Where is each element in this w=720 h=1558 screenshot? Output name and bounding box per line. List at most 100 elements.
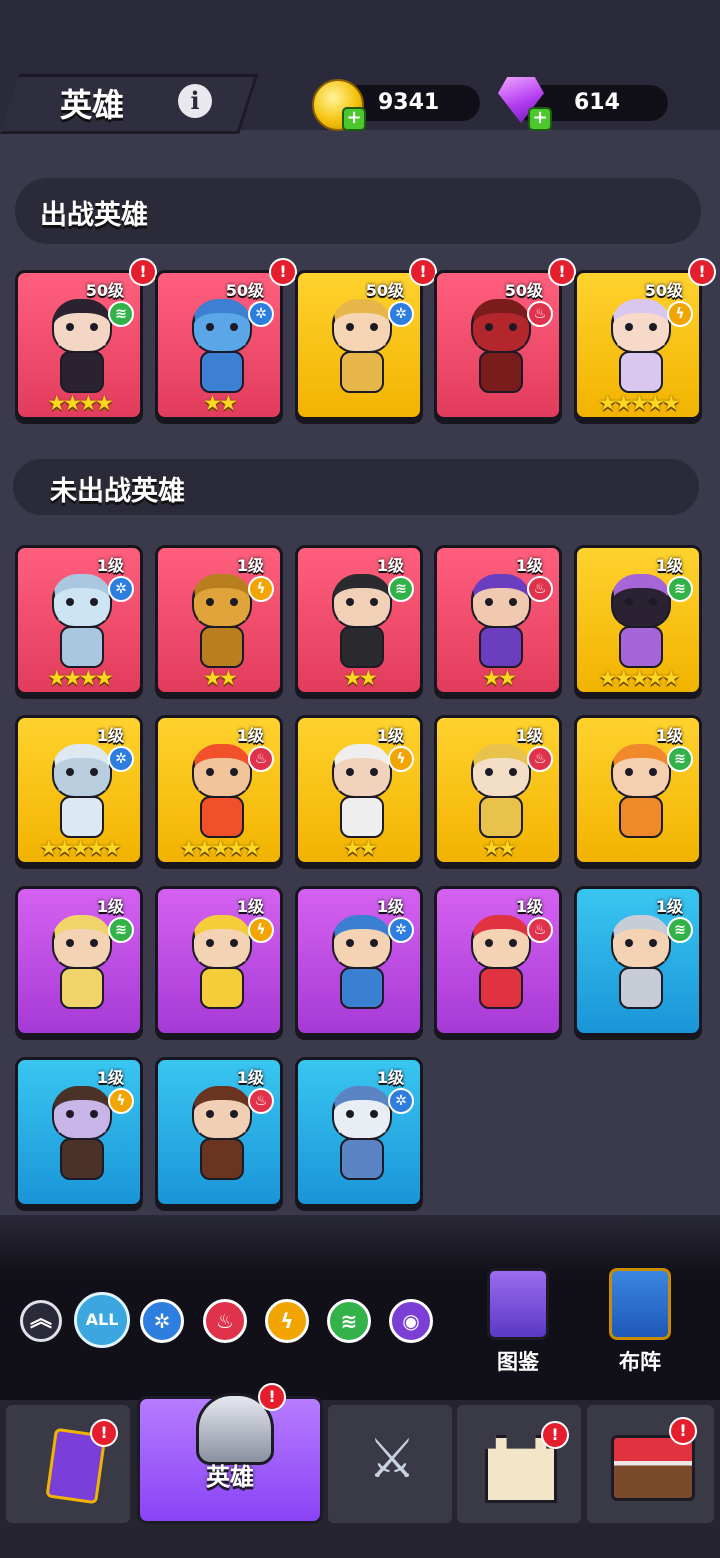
hero-card[interactable]: 1级 ✲ ★★★★★ [15,715,143,865]
filter-ice-icon[interactable]: ✲ [140,1299,184,1343]
deployed-section-title: 出战英雄 [40,200,148,231]
gem-display[interactable]: + 614 [498,77,668,131]
hero-level: 1级 [376,556,404,575]
hero-card[interactable]: 1级 ♨ [155,1057,283,1207]
hero-card[interactable]: 1级 ≋ [15,886,143,1036]
nav-shop[interactable]: ! [587,1405,714,1523]
filter-eye-icon[interactable]: ◉ [389,1299,433,1343]
hero-card[interactable]: 1级 ♨ ★★ [434,545,562,695]
hero-stars: ★★★★★ [598,391,680,415]
wind-element-icon: ≋ [667,917,693,943]
nav-battle[interactable]: ⚔ [328,1405,452,1523]
hero-stars: ★★ [203,391,238,415]
hero-level: 1级 [655,556,683,575]
hero-card[interactable]: 1级 ϟ ★★ [155,545,283,695]
ice-element-icon: ✲ [388,1088,414,1114]
hero-stars: ★★ [203,666,238,690]
nav-cards[interactable]: ! [6,1405,130,1523]
fire-element-icon: ♨ [527,301,553,327]
bolt-element-icon: ϟ [667,301,693,327]
add-gold-icon[interactable]: + [342,107,366,131]
hero-card[interactable]: 1级 ✲ [295,1057,423,1207]
hero-card[interactable]: 1级 ♨ ★★ [434,715,562,865]
hero-card[interactable]: 1级 ≋ [574,715,702,865]
hero-stars: ★★★★★ [179,836,261,860]
hero-card[interactable]: 1级 ✲ ★★★★ [15,545,143,695]
formation-label: 布阵 [619,1350,661,1374]
hero-stars: ★★ [343,836,378,860]
wind-element-icon: ≋ [108,301,134,327]
nav-heroes-label: 英雄 [206,1463,254,1491]
nav-castle[interactable]: ! [457,1405,581,1523]
hero-stars: ★★ [482,666,517,690]
info-icon[interactable]: i [178,84,212,118]
page-title: 英雄 [60,86,125,124]
hero-card[interactable]: 50级 ϟ ★★★★★ [574,270,702,420]
undeployed-section-title: 未出战英雄 [50,476,185,507]
hero-level: 1级 [96,726,124,745]
hero-stars: ★★★★★ [39,836,121,860]
hero-card[interactable]: 1级 ♨ [434,886,562,1036]
fire-element-icon: ♨ [527,746,553,772]
hero-upgrade-alert: ! [269,258,297,286]
bolt-element-icon: ϟ [248,917,274,943]
wind-element-icon: ≋ [108,917,134,943]
fire-element-icon: ♨ [527,917,553,943]
hero-level: 1级 [515,726,543,745]
nav-heroes-alert: ! [258,1383,286,1411]
hero-card[interactable]: 1级 ♨ ★★★★★ [155,715,283,865]
hero-stars: ★★ [343,666,378,690]
formation-button[interactable]: 布阵 [600,1268,680,1376]
ice-element-icon: ✲ [108,746,134,772]
ice-element-icon: ✲ [108,576,134,602]
filter-fire-icon[interactable]: ♨ [203,1299,247,1343]
bolt-element-icon: ϟ [248,576,274,602]
hero-card[interactable]: 50级 ♨ [434,270,562,420]
hero-upgrade-alert: ! [688,258,716,286]
hero-card[interactable]: 50级 ✲ ★★ [155,270,283,420]
hero-level: 1级 [96,897,124,916]
crossed-swords-icon: ⚔ [367,1427,417,1490]
fire-element-icon: ♨ [248,746,274,772]
add-gem-icon[interactable]: + [528,107,552,131]
hero-card[interactable]: 1级 ≋ ★★ [295,545,423,695]
hero-level: 1级 [376,1068,404,1087]
hero-level: 1级 [236,726,264,745]
nav-heroes[interactable]: 英雄 ! [137,1383,323,1524]
hero-level: 1级 [515,897,543,916]
nav-cards-alert: ! [90,1419,118,1447]
codex-label: 图鉴 [497,1350,539,1374]
wind-element-icon: ≋ [667,576,693,602]
hero-level: 1级 [655,897,683,916]
filter-all-button[interactable]: ALL [74,1292,130,1348]
hero-upgrade-alert: ! [548,258,576,286]
hero-card[interactable]: 1级 ✲ [295,886,423,1036]
nav-shop-alert: ! [669,1417,697,1445]
hero-card[interactable]: 50级 ≋ ★★★★ [15,270,143,420]
wind-element-icon: ≋ [388,576,414,602]
hero-card[interactable]: 1级 ≋ ★★★★★ [574,545,702,695]
filter-lightning-icon[interactable]: ϟ [265,1299,309,1343]
gem-amount: 614 [574,90,620,115]
gold-display[interactable]: + 9341 [312,79,480,131]
hero-card[interactable]: 1级 ϟ [15,1057,143,1207]
hero-level: 1级 [515,556,543,575]
hero-card[interactable]: 1级 ϟ ★★ [295,715,423,865]
hero-stars: ★★★★ [47,391,113,415]
hero-level: 1级 [236,897,264,916]
collapse-filter-icon[interactable]: ︽ [20,1300,62,1342]
wind-element-icon: ≋ [667,746,693,772]
bolt-element-icon: ϟ [388,746,414,772]
hero-level: 50级 [644,281,683,300]
hero-card[interactable]: 1级 ϟ [155,886,283,1036]
hero-card[interactable]: 50级 ✲ [295,270,423,420]
filter-wind-icon[interactable]: ≋ [327,1299,371,1343]
hero-level: 50级 [504,281,543,300]
codex-button[interactable]: 图鉴 [478,1268,558,1376]
hero-level: 1级 [376,726,404,745]
ice-element-icon: ✲ [388,301,414,327]
fire-element-icon: ♨ [527,576,553,602]
title-panel [0,74,259,134]
fire-element-icon: ♨ [248,1088,274,1114]
hero-card[interactable]: 1级 ≋ [574,886,702,1036]
